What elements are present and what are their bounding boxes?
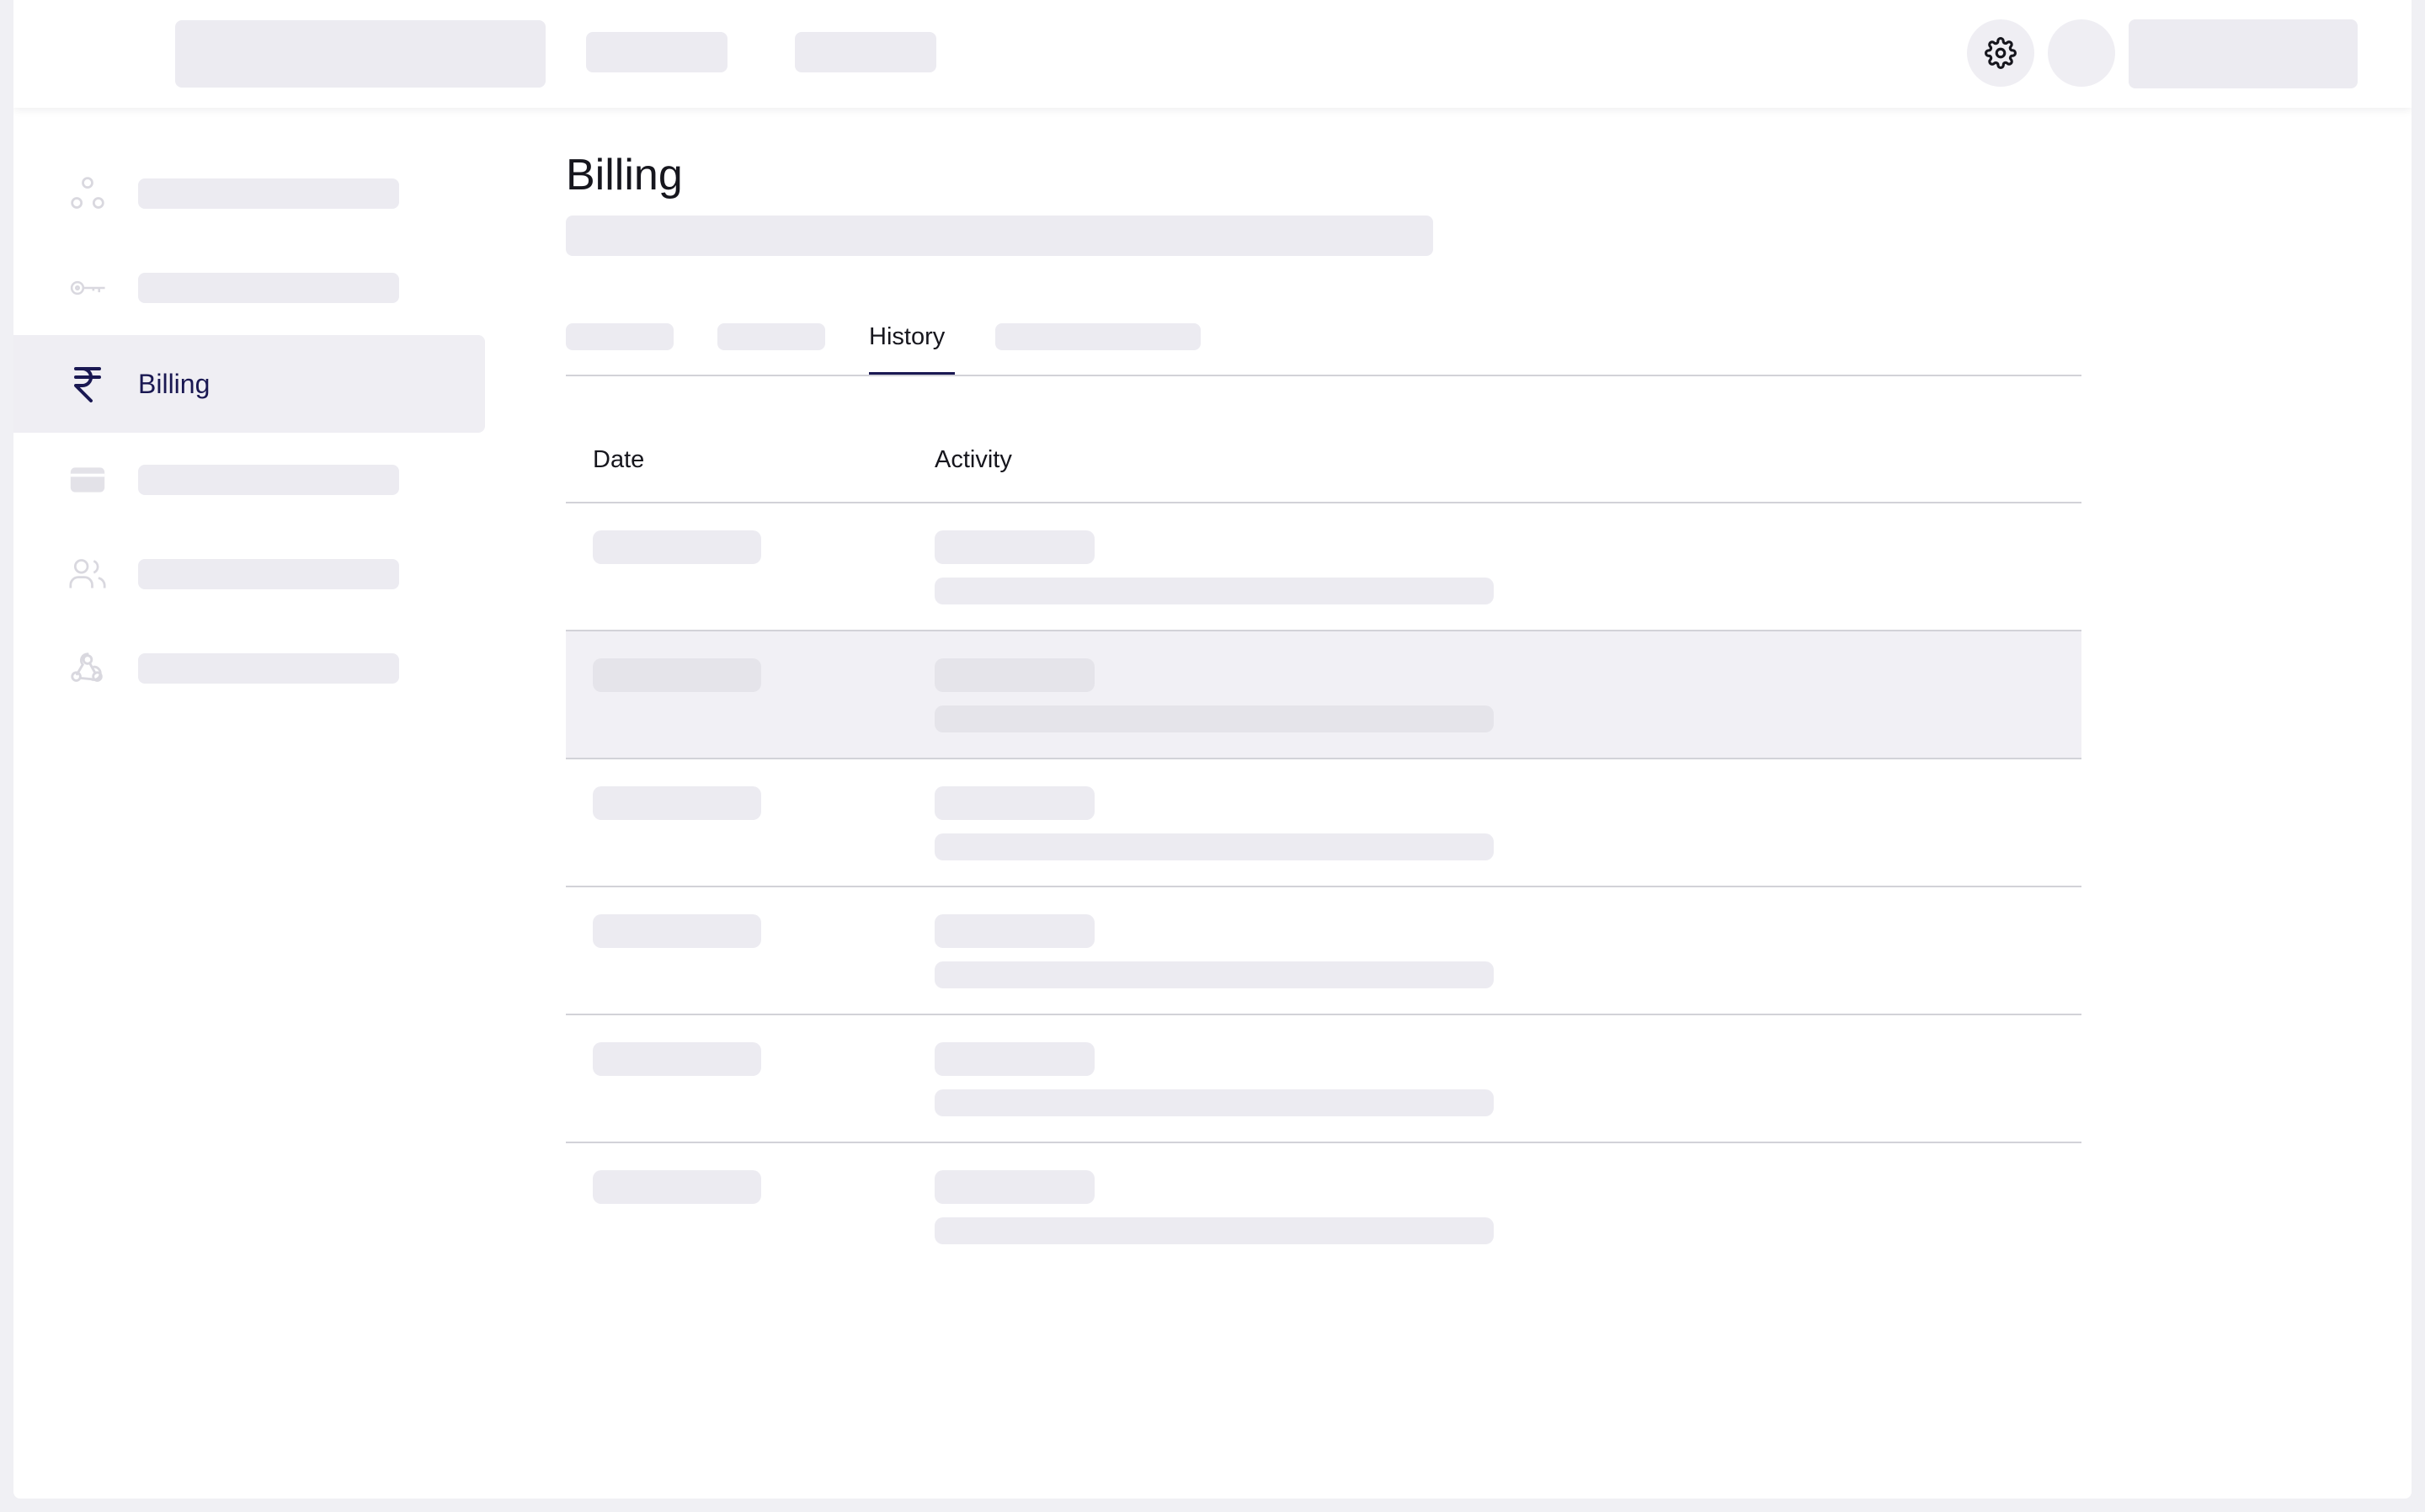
table-row[interactable]	[566, 758, 2081, 886]
key-icon	[67, 268, 108, 308]
page-title: Billing	[566, 151, 683, 200]
date-placeholder	[593, 530, 761, 564]
activity-detail-placeholder	[935, 705, 1494, 732]
table-row[interactable]	[566, 1142, 2081, 1270]
logo-placeholder	[175, 20, 546, 88]
sidebar-item-2[interactable]	[13, 239, 485, 337]
activity-title-placeholder	[935, 1170, 1095, 1204]
activity-detail-placeholder	[935, 833, 1494, 860]
activity-detail-placeholder	[935, 1217, 1494, 1244]
tab-placeholder-1[interactable]	[566, 323, 674, 350]
rupee-icon	[67, 364, 108, 404]
nodes-icon	[67, 173, 108, 214]
table-row[interactable]	[566, 886, 2081, 1014]
account-menu-placeholder[interactable]	[2129, 19, 2358, 88]
avatar[interactable]	[2048, 19, 2115, 87]
sidebar-label-placeholder	[138, 273, 399, 303]
table-row[interactable]	[566, 502, 2081, 630]
sidebar-item-1[interactable]	[13, 145, 485, 242]
tabs-divider	[566, 375, 2081, 376]
tab-placeholder-2[interactable]	[717, 323, 825, 350]
sidebar-label-placeholder	[138, 465, 399, 495]
date-placeholder	[593, 1042, 761, 1076]
activity-title-placeholder	[935, 914, 1095, 948]
date-placeholder	[593, 786, 761, 820]
table-row[interactable]	[566, 1014, 2081, 1142]
sidebar-label-placeholder	[138, 559, 399, 589]
tab-history[interactable]: History	[869, 323, 945, 351]
table-row[interactable]	[566, 630, 2081, 758]
app-window: Billing Billing History Date Activity	[13, 0, 2412, 1499]
sidebar-item-4[interactable]	[13, 431, 485, 529]
sidebar-label-placeholder	[138, 178, 399, 209]
date-placeholder	[593, 1170, 761, 1204]
activity-detail-placeholder	[935, 1089, 1494, 1116]
card-icon	[67, 460, 108, 500]
sidebar-item-5[interactable]	[13, 525, 485, 623]
activity-title-placeholder	[935, 658, 1095, 692]
activity-title-placeholder	[935, 786, 1095, 820]
activity-title-placeholder	[935, 1042, 1095, 1076]
nav-link-placeholder-2[interactable]	[795, 32, 936, 72]
activity-detail-placeholder	[935, 961, 1494, 988]
sidebar-item-billing[interactable]: Billing	[13, 335, 485, 433]
webhook-icon	[67, 648, 108, 689]
activity-detail-placeholder	[935, 578, 1494, 604]
date-placeholder	[593, 658, 761, 692]
activity-title-placeholder	[935, 530, 1095, 564]
page-subtitle-placeholder	[566, 216, 1433, 256]
users-icon	[67, 554, 108, 594]
settings-button[interactable]	[1967, 19, 2034, 87]
sidebar-label-placeholder	[138, 653, 399, 684]
gear-icon	[1985, 37, 2017, 69]
sidebar-item-6[interactable]	[13, 620, 485, 717]
nav-link-placeholder-1[interactable]	[586, 32, 728, 72]
tab-placeholder-4[interactable]	[995, 323, 1201, 350]
column-header-date: Date	[593, 446, 645, 473]
top-bar	[13, 0, 2412, 108]
date-placeholder	[593, 914, 761, 948]
column-header-activity: Activity	[935, 446, 1012, 473]
sidebar-item-label: Billing	[138, 368, 211, 399]
